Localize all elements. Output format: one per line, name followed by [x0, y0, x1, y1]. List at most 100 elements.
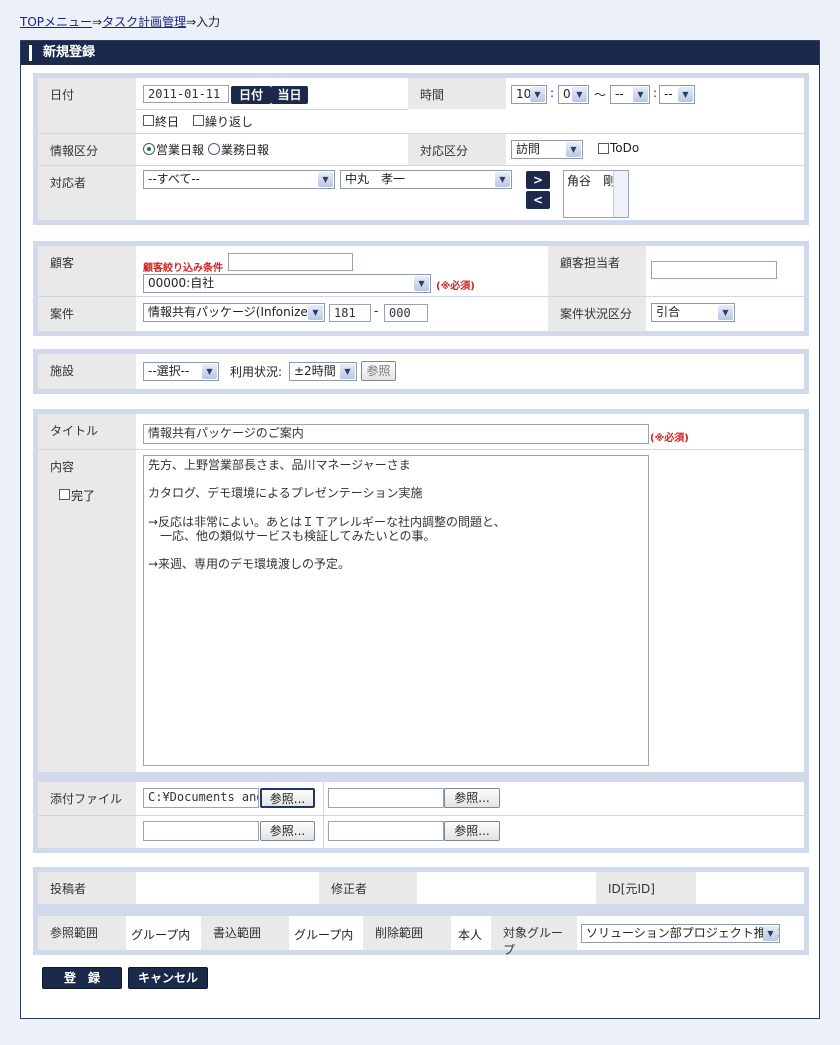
project-code-dash: - — [374, 304, 379, 318]
chevron-down-icon: ▼ — [566, 142, 581, 157]
project-code1-input[interactable]: 181 — [329, 304, 371, 322]
info-type-sales-label: 営業日報 — [156, 143, 205, 157]
usage-status-select[interactable]: ±2時間 ▼ — [289, 362, 357, 381]
listbox-scrollbar[interactable] — [613, 171, 628, 217]
write-scope-value: グループ内 — [294, 928, 354, 942]
done-checkbox[interactable] — [59, 489, 70, 500]
breadcrumb-top-menu-link[interactable]: TOPメニュー — [20, 15, 92, 29]
usage-status-label: 利用状況: — [230, 365, 283, 379]
attachment-3-input[interactable] — [143, 821, 259, 841]
content-line: →反応は非常によい。あとはＩＴアレルギーな社内調整の問題と、 — [148, 514, 506, 529]
project-status-select[interactable]: 引合 ▼ — [651, 303, 735, 322]
today-button[interactable]: 当日 — [271, 86, 308, 104]
chevron-down-icon: ▼ — [414, 276, 429, 291]
delete-scope-label: 削除範囲 — [363, 916, 451, 950]
chevron-down-icon: ▼ — [318, 172, 333, 187]
register-button[interactable]: 登 録 — [42, 967, 122, 989]
breadcrumb-task-mgmt-link[interactable]: タスク計画管理 — [102, 15, 186, 29]
customer-required-mark: (※必須) — [436, 281, 475, 292]
info-type-sales-radio[interactable] — [143, 143, 155, 155]
page-title: 新規登録 — [43, 45, 96, 60]
title-input[interactable]: 情報共有パッケージのご案内 — [143, 424, 649, 444]
customer-contact-input[interactable] — [651, 261, 777, 279]
customer-filter-label: 顧客絞り込み条件 — [143, 263, 223, 274]
target-group-select[interactable]: ソリューション部プロジェクト推進課 ▼ — [581, 924, 780, 943]
page-title-bar: 新規登録 — [21, 41, 819, 65]
chevron-down-icon: ▼ — [308, 305, 323, 320]
chevron-down-icon: ▼ — [495, 172, 510, 187]
chevron-down-icon: ▼ — [530, 87, 545, 102]
project-select[interactable]: 情報共有パッケージ(Infonizer) ▼ — [143, 303, 325, 322]
project-code2-input[interactable]: 000 — [384, 304, 428, 322]
chevron-down-icon: ▼ — [678, 87, 693, 102]
attachment-4-browse-button[interactable]: 参照... — [444, 821, 500, 841]
chevron-down-icon: ▼ — [340, 364, 355, 379]
attachment-3-browse-button[interactable]: 参照... — [260, 821, 315, 841]
responder-person-select[interactable]: 中丸 孝一 ▼ — [340, 170, 512, 189]
breadcrumb-separator: ⇒ — [92, 15, 103, 29]
customer-select[interactable]: 00000:自社 ▼ — [143, 274, 431, 293]
selected-responders-list[interactable]: 角谷 剛 — [563, 170, 629, 218]
content-line — [148, 501, 644, 515]
responder-label: 対応者 — [38, 166, 136, 220]
info-type-business-label: 業務日報 — [221, 143, 270, 157]
attachment-2-browse-button[interactable]: 参照... — [444, 788, 500, 808]
write-scope-label: 書込範囲 — [201, 916, 289, 950]
customer-contact-label: 顧客担当者 — [548, 246, 646, 296]
info-type-business-radio[interactable] — [208, 143, 220, 155]
start-minute-select[interactable]: 0 ▼ — [558, 85, 589, 104]
time-colon: : — [653, 86, 658, 100]
attachment-1-browse-button[interactable]: 参照... — [260, 788, 315, 808]
content-line — [148, 472, 644, 486]
project-status-label: 案件状況区分 — [548, 297, 646, 331]
facility-panel: 施設 --選択-- ▼ 利用状況: ±2時間 ▼ 参照 — [33, 349, 809, 394]
repeat-checkbox[interactable] — [193, 115, 204, 126]
response-type-label: 対応区分 — [408, 134, 506, 165]
allday-checkbox[interactable] — [143, 115, 154, 126]
editor-value — [417, 872, 596, 904]
todo-label: ToDo — [610, 141, 640, 155]
start-hour-select[interactable]: 10 ▼ — [511, 85, 547, 104]
project-label: 案件 — [38, 297, 136, 331]
add-responder-button[interactable]: > — [526, 171, 550, 189]
poster-value — [136, 872, 319, 904]
target-group-label: 対象グループ — [491, 916, 577, 957]
end-hour-select[interactable]: -- ▼ — [610, 85, 650, 104]
view-scope-value: グループ内 — [131, 928, 191, 942]
attachment-1-input[interactable]: C:¥Documents and — [143, 788, 259, 808]
title-label: タイトル — [38, 414, 136, 449]
content-line — [148, 543, 644, 557]
date-picker-button[interactable]: 日付 — [231, 86, 271, 104]
id-label: ID[元ID] — [596, 872, 696, 904]
response-type-select[interactable]: 訪問 ▼ — [511, 140, 583, 159]
remove-responder-button[interactable]: < — [526, 191, 550, 209]
time-range-separator: ～ — [594, 88, 607, 102]
facility-reference-button[interactable]: 参照 — [361, 361, 396, 381]
cancel-button[interactable]: キャンセル — [128, 967, 208, 989]
facility-select[interactable]: --選択-- ▼ — [143, 362, 219, 381]
attachment-4-input[interactable] — [328, 821, 444, 841]
delete-scope-value: 本人 — [458, 928, 483, 942]
repeat-label: 繰り返し — [205, 115, 254, 129]
title-required-mark: (※必須) — [650, 433, 689, 444]
customer-filter-input[interactable] — [228, 253, 353, 271]
content-line: 先方、上野営業部長さま、品川マネージャーさま — [148, 458, 411, 472]
breadcrumb-separator: ⇒ — [186, 15, 197, 29]
info-type-label: 情報区分 — [38, 134, 136, 165]
chevron-down-icon: ▼ — [572, 87, 587, 102]
time-label: 時間 — [408, 78, 506, 109]
date-input[interactable]: 2011-01-11 — [143, 85, 229, 103]
chevron-down-icon: ▼ — [718, 305, 733, 320]
form-frame: 新規登録 日付 2011-01-11 日付 当日 終日 繰り返し 時間 10 ▼ … — [20, 40, 820, 1019]
attachment-2-input[interactable] — [328, 788, 444, 808]
end-minute-select[interactable]: -- ▼ — [659, 85, 695, 104]
time-colon: : — [550, 86, 555, 100]
customer-label: 顧客 — [38, 246, 136, 296]
scope-row: 参照範囲 グループ内 書込範囲 グループ内 削除範囲 本人 対象グループ ソリュ… — [38, 916, 804, 957]
content-textarea[interactable]: 先方、上野営業部長さま、品川マネージャーさま カタログ、デモ環境によるプレゼンテ… — [143, 455, 649, 766]
selected-responder-item[interactable]: 角谷 剛 — [567, 174, 615, 188]
todo-checkbox[interactable] — [598, 143, 609, 154]
allday-label: 終日 — [155, 115, 180, 129]
responder-group-select[interactable]: --すべて-- ▼ — [143, 170, 335, 189]
breadcrumb: TOPメニュー⇒タスク計画管理⇒入力 — [20, 13, 220, 30]
